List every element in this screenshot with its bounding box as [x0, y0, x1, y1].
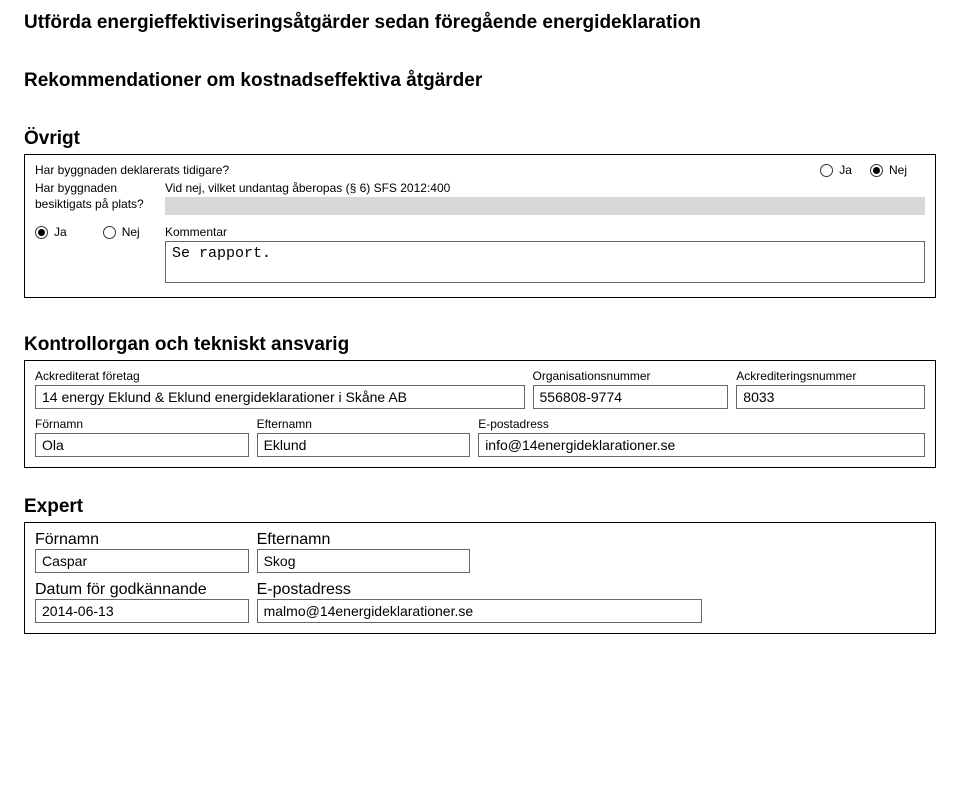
heading-utforda: Utförda energieffektiviseringsåtgärder s…	[24, 12, 936, 34]
expert-lname-label: Efternamn	[257, 531, 471, 549]
company-label: Ackrediterat företag	[35, 369, 525, 383]
acknr-label: Ackrediteringsnummer	[736, 369, 925, 383]
orgnr-field[interactable]: 556808-9774	[533, 385, 729, 409]
email-label: E-postadress	[478, 417, 925, 431]
inspected-ja-option[interactable]: Ja	[35, 225, 67, 241]
declared-question-label: Har byggnaden deklarerats tidigare?	[35, 163, 229, 177]
inspected-ja-label: Ja	[54, 225, 67, 241]
heading-rekommendationer: Rekommendationer om kostnadseffektiva åt…	[24, 70, 936, 92]
heading-ovrigt: Övrigt	[24, 128, 936, 150]
ovrigt-panel: Har byggnaden deklarerats tidigare? Ja N…	[24, 154, 936, 298]
expert-panel: Förnamn Caspar Efternamn Skog Datum för …	[24, 522, 936, 634]
expert-date-field[interactable]: 2014-06-13	[35, 599, 249, 623]
company-field[interactable]: 14 energy Eklund & Eklund energideklarat…	[35, 385, 525, 409]
inspected-nej-option[interactable]: Nej	[103, 225, 140, 241]
expert-fname-field[interactable]: Caspar	[35, 549, 249, 573]
radio-icon	[103, 226, 116, 239]
expert-email-field[interactable]: malmo@14energideklarationer.se	[257, 599, 702, 623]
expert-email-label: E-postadress	[257, 581, 702, 599]
lname-label: Efternamn	[257, 417, 471, 431]
heading-kontrollorgan: Kontrollorgan och tekniskt ansvarig	[24, 334, 936, 356]
declared-nej-label: Nej	[889, 163, 907, 177]
undantag-label: Vid nej, vilket undantag åberopas (§ 6) …	[165, 181, 925, 195]
radio-icon	[870, 164, 883, 177]
heading-expert: Expert	[24, 496, 936, 518]
declared-nej-option[interactable]: Nej	[870, 163, 907, 177]
expert-fname-label: Förnamn	[35, 531, 249, 549]
fname-field[interactable]: Ola	[35, 433, 249, 457]
radio-icon	[35, 226, 48, 239]
orgnr-label: Organisationsnummer	[533, 369, 729, 383]
expert-lname-field[interactable]: Skog	[257, 549, 471, 573]
inspected-question-label: Har byggnaden besiktigats på plats?	[35, 181, 165, 212]
expert-date-label: Datum för godkännande	[35, 581, 249, 599]
kontrollorgan-panel: Ackrediterat företag 14 energy Eklund & …	[24, 360, 936, 468]
radio-icon	[820, 164, 833, 177]
kommentar-label: Kommentar	[165, 225, 925, 239]
lname-field[interactable]: Eklund	[257, 433, 471, 457]
fname-label: Förnamn	[35, 417, 249, 431]
email-field[interactable]: info@14energideklarationer.se	[478, 433, 925, 457]
undantag-field[interactable]	[165, 197, 925, 215]
declared-ja-label: Ja	[839, 163, 852, 177]
inspected-nej-label: Nej	[122, 225, 140, 241]
kommentar-field[interactable]: Se rapport.	[165, 241, 925, 283]
declared-ja-option[interactable]: Ja	[820, 163, 852, 177]
acknr-field[interactable]: 8033	[736, 385, 925, 409]
